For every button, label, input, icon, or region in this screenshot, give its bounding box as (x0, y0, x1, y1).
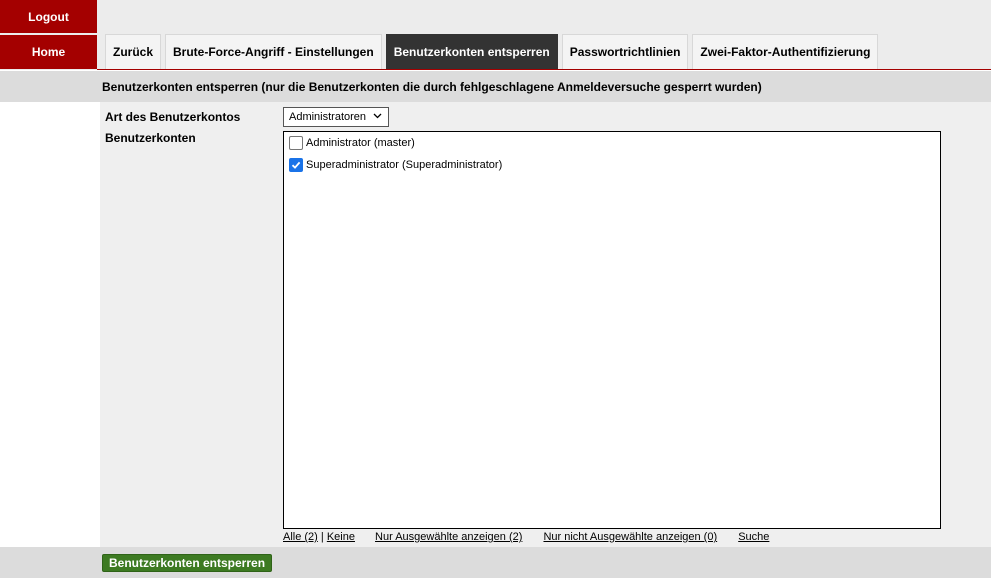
select-all-link[interactable]: Alle (2) (283, 531, 318, 543)
account-type-select[interactable]: Administratoren (283, 107, 389, 127)
checkbox-checked-icon[interactable] (289, 158, 303, 172)
tab-two-factor-auth[interactable]: Zwei-Faktor-Authentifizierung (692, 34, 879, 69)
checkmark-icon (291, 161, 301, 169)
home-button[interactable]: Home (0, 35, 97, 69)
list-actions: Alle (2) | Keine Nur Ausgewählte anzeige… (283, 531, 769, 543)
account-item-label: Administrator (master) (306, 137, 415, 149)
show-unselected-link[interactable]: Nur nicht Ausgewählte anzeigen (0) (543, 531, 717, 543)
tab-back[interactable]: Zurück (105, 34, 162, 69)
checkbox-unchecked-icon[interactable] (289, 136, 303, 150)
tab-underline (97, 69, 991, 70)
account-item-administrator[interactable]: Administrator (master) (289, 136, 415, 150)
unlock-accounts-button[interactable]: Benutzerkonten entsperren (102, 554, 273, 572)
accounts-listbox[interactable]: Administrator (master) Superadministrato… (283, 131, 941, 529)
tab-unlock-accounts[interactable]: Benutzerkonten entsperren (385, 34, 558, 69)
link-separator: | (320, 531, 324, 543)
tab-password-policies[interactable]: Passwortrichtlinien (561, 34, 689, 69)
tab-brute-force-settings[interactable]: Brute-Force-Angriff - Einstellungen (165, 34, 382, 69)
account-item-label: Superadministrator (Superadministrator) (306, 159, 503, 171)
logout-button[interactable]: Logout (0, 0, 97, 33)
account-item-superadministrator[interactable]: Superadministrator (Superadministrator) (289, 158, 502, 172)
account-type-value: Administratoren (289, 111, 367, 123)
chevron-down-icon (373, 113, 382, 119)
accounts-label: Benutzerkonten (105, 131, 196, 145)
section-title: Benutzerkonten entsperren (nur die Benut… (102, 80, 762, 94)
select-none-link[interactable]: Keine (327, 531, 355, 543)
account-type-label: Art des Benutzerkontos (105, 110, 241, 124)
show-selected-link[interactable]: Nur Ausgewählte anzeigen (2) (375, 531, 522, 543)
search-link[interactable]: Suche (738, 531, 769, 543)
tab-bar: Zurück Brute-Force-Angriff - Einstellung… (105, 34, 879, 69)
